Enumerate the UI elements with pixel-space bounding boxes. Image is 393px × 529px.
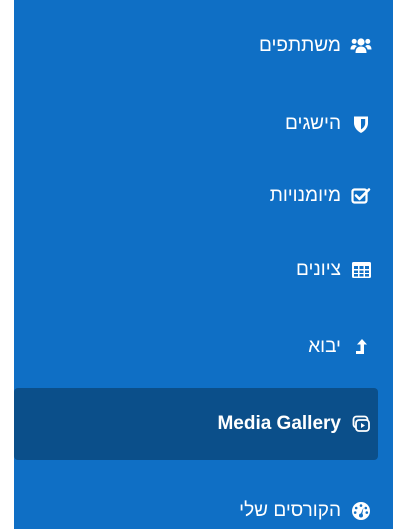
nav-item-label: הישגים [285, 113, 341, 134]
users-icon [350, 35, 372, 57]
media-gallery-icon [350, 413, 372, 435]
nav-item-media-gallery[interactable]: Media Gallery [14, 388, 378, 460]
nav-item-label: ציונים [295, 259, 341, 280]
nav-item-label: יבוא [308, 336, 341, 357]
dashboard-icon [350, 500, 372, 522]
nav-item-label: משתתפים [258, 35, 341, 56]
nav-item-label: הקורסים שלי [239, 500, 341, 521]
level-up-icon [350, 336, 372, 358]
check-square-icon [350, 185, 372, 207]
nav-item-participants[interactable]: משתתפים [14, 10, 393, 82]
nav-item-label: מיומנויות [269, 185, 341, 206]
shield-icon [350, 113, 372, 135]
table-icon [350, 259, 372, 281]
nav-item-label: Media Gallery [217, 413, 341, 434]
nav-item-import[interactable]: יבוא [14, 311, 393, 383]
nav-item-competencies[interactable]: מיומנויות [14, 160, 393, 232]
nav-item-grades[interactable]: ציונים [14, 234, 393, 306]
nav-item-badges[interactable]: הישגים [14, 88, 393, 160]
nav-item-my-courses[interactable]: הקורסים שלי [14, 475, 393, 529]
course-navigation-sidebar: משתתפים הישגים מיומנויות ציונים יבוא Med… [14, 0, 393, 529]
